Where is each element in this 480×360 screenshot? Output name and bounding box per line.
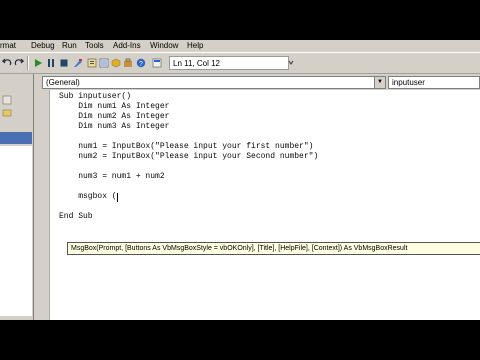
code-line: num3 = num1 + num2 <box>59 172 165 181</box>
design-mode-icon[interactable] <box>73 58 83 68</box>
procedure-dropdown[interactable]: inputuser <box>388 76 480 89</box>
menu-add-ins[interactable]: Add-Ins <box>113 41 141 50</box>
object-dropdown-value: (General) <box>46 78 80 87</box>
code-line: End Sub <box>59 212 93 221</box>
procedure-dropdown-value: inputuser <box>392 78 425 87</box>
code-window-header: (General) ▼ inputuser <box>36 74 480 90</box>
toolbar-separator <box>27 56 29 70</box>
properties-icon[interactable] <box>99 58 109 68</box>
code-line: Dim num2 As Integer <box>59 112 170 121</box>
code-line: num2 = InputBox("Please input your Secon… <box>59 152 319 161</box>
menu-format[interactable]: rmat <box>0 41 16 50</box>
undo-icon[interactable] <box>2 58 12 68</box>
cursor-position-status: Ln 11, Col 12 <box>169 56 289 70</box>
svg-text:?: ? <box>139 61 143 68</box>
code-editor[interactable]: Sub inputuser() Dim num1 As Integer Dim … <box>50 90 480 320</box>
toolbar-options-icon[interactable] <box>286 58 296 68</box>
chevron-down-icon[interactable]: ▼ <box>374 77 385 88</box>
menu-debug[interactable]: Debug <box>31 41 55 50</box>
run-icon[interactable] <box>33 58 43 68</box>
standard-toolbar: ? Ln 11, Col 12 <box>0 52 480 74</box>
help-icon[interactable]: ? <box>136 58 146 68</box>
project-tree[interactable] <box>0 146 32 316</box>
project-explorer-icon[interactable] <box>87 58 97 68</box>
menu-tools[interactable]: Tools <box>85 41 104 50</box>
code-line: Sub inputuser() <box>59 92 132 101</box>
code-line: Dim num1 As Integer <box>59 102 170 111</box>
vba-editor-window: rmat Debug Run Tools Add-Ins Window Help <box>0 40 480 320</box>
menu-help[interactable]: Help <box>187 41 203 50</box>
pane-folder-icon[interactable] <box>2 104 12 117</box>
menu-bar: rmat Debug Run Tools Add-Ins Window Help <box>0 40 480 52</box>
pane-button-icon[interactable] <box>2 92 12 105</box>
quick-info-tooltip: MsgBox(Prompt, [Buttons As VbMsgBoxStyle… <box>67 242 480 255</box>
text-cursor <box>117 193 118 202</box>
selected-project-item[interactable] <box>0 132 32 144</box>
object-dropdown[interactable]: (General) ▼ <box>42 76 386 89</box>
reset-icon[interactable] <box>59 58 69 68</box>
menu-window[interactable]: Window <box>150 41 178 50</box>
object-browser-icon[interactable] <box>111 58 121 68</box>
code-margin[interactable] <box>36 90 50 320</box>
project-pane <box>0 74 34 320</box>
menu-run[interactable]: Run <box>62 41 77 50</box>
code-line: Dim num3 As Integer <box>59 122 170 131</box>
toolbox-icon[interactable] <box>123 58 133 68</box>
position-icon <box>152 58 162 68</box>
code-line-current: msgbox ( <box>59 192 117 201</box>
break-icon[interactable] <box>46 58 56 68</box>
code-line: num1 = InputBox("Please input your first… <box>59 142 314 151</box>
code-window: (General) ▼ inputuser Sub inputuser() Di… <box>36 74 480 320</box>
redo-icon[interactable] <box>14 58 24 68</box>
